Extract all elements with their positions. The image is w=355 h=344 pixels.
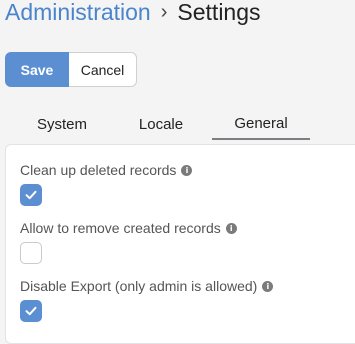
field-label-row: Allow to remove created records i bbox=[20, 219, 237, 237]
field-label-row: Disable Export (only admin is allowed) i bbox=[20, 277, 274, 295]
checkbox-disable-export[interactable] bbox=[20, 300, 42, 322]
checkbox-clean-up-deleted-records[interactable] bbox=[20, 184, 42, 206]
info-icon[interactable]: i bbox=[181, 164, 193, 176]
cancel-button[interactable]: Cancel bbox=[69, 52, 137, 87]
checkmark-icon bbox=[25, 306, 37, 316]
breadcrumb-separator: › bbox=[160, 1, 168, 23]
tab-locale[interactable]: Locale bbox=[110, 108, 212, 140]
settings-panel: Clean up deleted records i Allow to remo… bbox=[5, 144, 355, 344]
breadcrumb-link-administration[interactable]: Administration bbox=[5, 0, 151, 26]
field-label: Clean up deleted records bbox=[20, 162, 177, 178]
page-title: Settings bbox=[177, 0, 261, 25]
breadcrumb: Administration › Settings bbox=[5, 0, 261, 26]
info-icon[interactable]: i bbox=[262, 280, 274, 292]
checkmark-icon bbox=[25, 190, 37, 200]
info-icon[interactable]: i bbox=[225, 222, 237, 234]
field-allow-remove-created-records: Allow to remove created records i bbox=[20, 219, 237, 264]
field-label-row: Clean up deleted records i bbox=[20, 161, 193, 179]
tab-system[interactable]: System bbox=[14, 108, 110, 140]
checkbox-allow-remove-created-records[interactable] bbox=[20, 242, 42, 264]
field-disable-export: Disable Export (only admin is allowed) i bbox=[20, 277, 274, 322]
field-label: Disable Export (only admin is allowed) bbox=[20, 278, 258, 294]
save-button[interactable]: Save bbox=[5, 52, 69, 87]
field-clean-up-deleted-records: Clean up deleted records i bbox=[20, 161, 193, 206]
tab-bar: System Locale General bbox=[14, 108, 310, 140]
field-label: Allow to remove created records bbox=[20, 220, 221, 236]
action-button-group: Save Cancel bbox=[5, 52, 137, 87]
tab-general[interactable]: General bbox=[212, 108, 310, 140]
